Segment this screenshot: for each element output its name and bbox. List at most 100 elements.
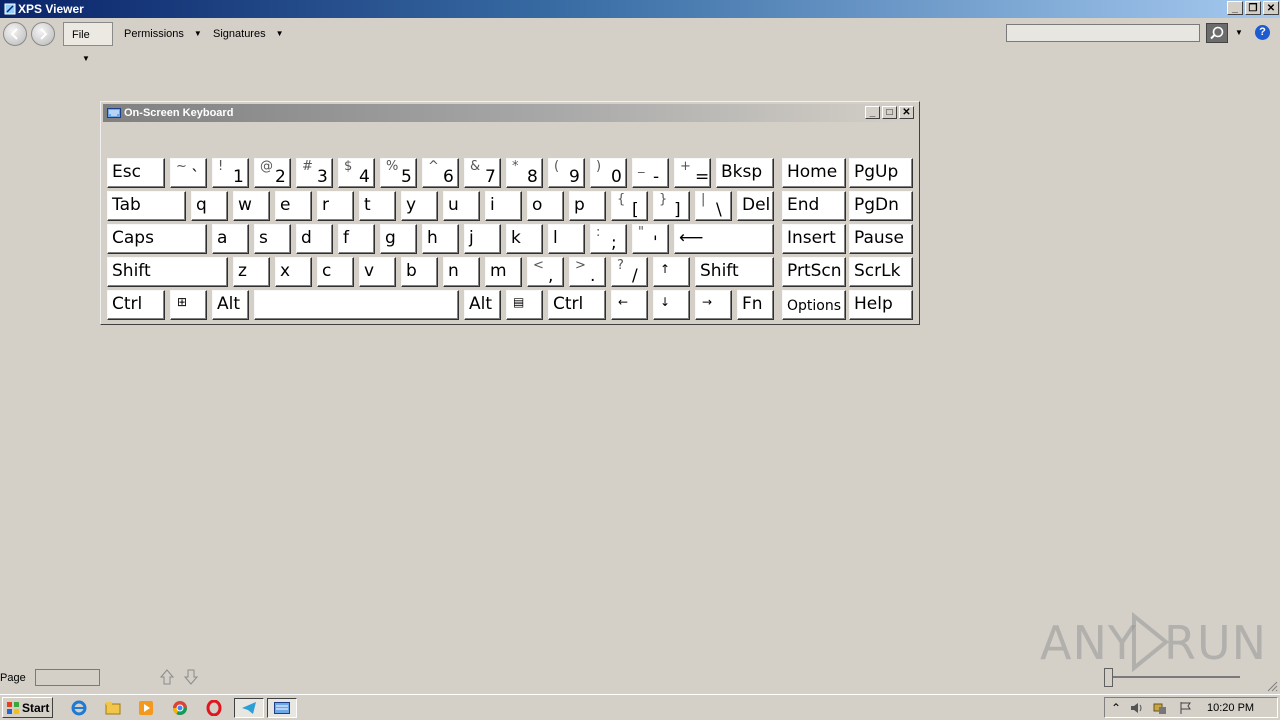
key-i[interactable]: i xyxy=(485,191,522,221)
key-ctrl-left[interactable]: Ctrl xyxy=(107,290,165,320)
key-p[interactable]: p xyxy=(569,191,606,221)
key-enter[interactable]: ⟵ xyxy=(674,224,774,254)
key-esc[interactable]: Esc xyxy=(107,158,165,188)
key-pgup[interactable]: PgUp xyxy=(849,158,913,188)
taskbar-app-explorer[interactable] xyxy=(100,698,126,718)
key-v[interactable]: v xyxy=(359,257,396,287)
key-q[interactable]: q xyxy=(191,191,228,221)
key-help[interactable]: Help xyxy=(849,290,913,320)
file-menu-button[interactable]: File ▼ xyxy=(63,22,113,63)
key-comma[interactable]: <, xyxy=(527,257,564,287)
back-button[interactable] xyxy=(3,22,27,46)
key-tab[interactable]: Tab xyxy=(107,191,186,221)
show-hidden-icons-icon[interactable]: ⌃ xyxy=(1111,701,1125,715)
key-end[interactable]: End xyxy=(782,191,846,221)
key-win[interactable]: ⊞ xyxy=(170,290,207,320)
key-scrlk[interactable]: ScrLk xyxy=(849,257,913,287)
key-e[interactable]: e xyxy=(275,191,312,221)
page-number-input[interactable] xyxy=(35,669,100,686)
key-3[interactable]: #3 xyxy=(296,158,333,188)
help-icon[interactable]: ? xyxy=(1255,25,1270,40)
key-b[interactable]: b xyxy=(401,257,438,287)
key-tilde[interactable]: ~ ` xyxy=(170,158,207,188)
key-caps[interactable]: Caps xyxy=(107,224,207,254)
key-8[interactable]: * 8 xyxy=(506,158,543,188)
taskbar-app-opera[interactable] xyxy=(201,698,227,718)
zoom-slider-track[interactable] xyxy=(1110,676,1240,678)
key-semicolon[interactable]: :; xyxy=(590,224,627,254)
key-n[interactable]: n xyxy=(443,257,480,287)
search-input[interactable] xyxy=(1006,24,1200,42)
key-h[interactable]: h xyxy=(422,224,459,254)
key-f[interactable]: f xyxy=(338,224,375,254)
close-button[interactable]: ✕ xyxy=(1263,1,1279,15)
key-space[interactable] xyxy=(254,290,459,320)
key-u[interactable]: u xyxy=(443,191,480,221)
key-shift-right[interactable]: Shift xyxy=(695,257,774,287)
key-7[interactable]: & 7 xyxy=(464,158,501,188)
key-minus[interactable]: _ - xyxy=(632,158,669,188)
next-page-icon[interactable] xyxy=(183,668,199,686)
taskbar-clock[interactable]: 10:20 PM xyxy=(1207,702,1254,714)
key-arrow-right[interactable]: → xyxy=(695,290,732,320)
signatures-menu-button[interactable]: Signatures ▼ xyxy=(205,22,292,46)
resize-grip-icon[interactable] xyxy=(1266,680,1278,692)
key-options[interactable]: Options xyxy=(782,290,846,320)
key-fn[interactable]: Fn xyxy=(737,290,774,320)
key-4[interactable]: $4 xyxy=(338,158,375,188)
key-arrow-left[interactable]: ← xyxy=(611,290,648,320)
restore-button[interactable]: ❐ xyxy=(1245,1,1261,15)
key-menu[interactable]: ▤ xyxy=(506,290,543,320)
forward-button[interactable] xyxy=(31,22,55,46)
key-arrow-up[interactable]: ↑ xyxy=(653,257,690,287)
minimize-button[interactable]: _ xyxy=(1227,1,1243,15)
key-pause[interactable]: Pause xyxy=(849,224,913,254)
osk-maximize-button[interactable]: □ xyxy=(882,106,897,119)
key-o[interactable]: o xyxy=(527,191,564,221)
key-y[interactable]: y xyxy=(401,191,438,221)
search-button[interactable] xyxy=(1206,23,1228,43)
key-rbracket[interactable]: }] xyxy=(653,191,690,221)
search-options-chevron-icon[interactable]: ▼ xyxy=(1235,28,1243,37)
previous-page-icon[interactable] xyxy=(159,668,175,686)
key-alt-right[interactable]: Alt xyxy=(464,290,501,320)
key-arrow-down[interactable]: ↓ xyxy=(653,290,690,320)
key-m[interactable]: m xyxy=(485,257,522,287)
key-alt-left[interactable]: Alt xyxy=(212,290,249,320)
key-t[interactable]: t xyxy=(359,191,396,221)
key-0[interactable]: ) 0 xyxy=(590,158,627,188)
key-shift-left[interactable]: Shift xyxy=(107,257,228,287)
key-j[interactable]: j xyxy=(464,224,501,254)
key-1[interactable]: ! 1 xyxy=(212,158,249,188)
osk-close-button[interactable]: ✕ xyxy=(899,106,914,119)
key-insert[interactable]: Insert xyxy=(782,224,846,254)
taskbar-app-telegram[interactable] xyxy=(234,698,264,718)
key-2[interactable]: @2 xyxy=(254,158,291,188)
key-s[interactable]: s xyxy=(254,224,291,254)
key-period[interactable]: >. xyxy=(569,257,606,287)
key-c[interactable]: c xyxy=(317,257,354,287)
key-z[interactable]: z xyxy=(233,257,270,287)
key-d[interactable]: d xyxy=(296,224,333,254)
key-home[interactable]: Home xyxy=(782,158,846,188)
key-pgdn[interactable]: PgDn xyxy=(849,191,913,221)
key-del[interactable]: Del xyxy=(737,191,774,221)
key-x[interactable]: x xyxy=(275,257,312,287)
key-l[interactable]: l xyxy=(548,224,585,254)
network-icon[interactable] xyxy=(1153,701,1167,715)
key-k[interactable]: k xyxy=(506,224,543,254)
osk-minimize-button[interactable]: _ xyxy=(865,106,880,119)
key-r[interactable]: r xyxy=(317,191,354,221)
key-6[interactable]: ^ 6 xyxy=(422,158,459,188)
key-bksp[interactable]: Bksp xyxy=(716,158,774,188)
action-center-flag-icon[interactable] xyxy=(1179,701,1193,715)
taskbar-app-media-player[interactable] xyxy=(133,698,159,718)
key-9[interactable]: (9 xyxy=(548,158,585,188)
taskbar-app-chrome[interactable] xyxy=(167,698,193,718)
start-button[interactable]: Start xyxy=(2,697,53,718)
key-slash[interactable]: ? / xyxy=(611,257,648,287)
taskbar-app-ie[interactable] xyxy=(66,698,92,718)
key-quote[interactable]: " ' xyxy=(632,224,669,254)
key-prtscn[interactable]: PrtScn xyxy=(782,257,846,287)
key-backslash[interactable]: | \ xyxy=(695,191,732,221)
